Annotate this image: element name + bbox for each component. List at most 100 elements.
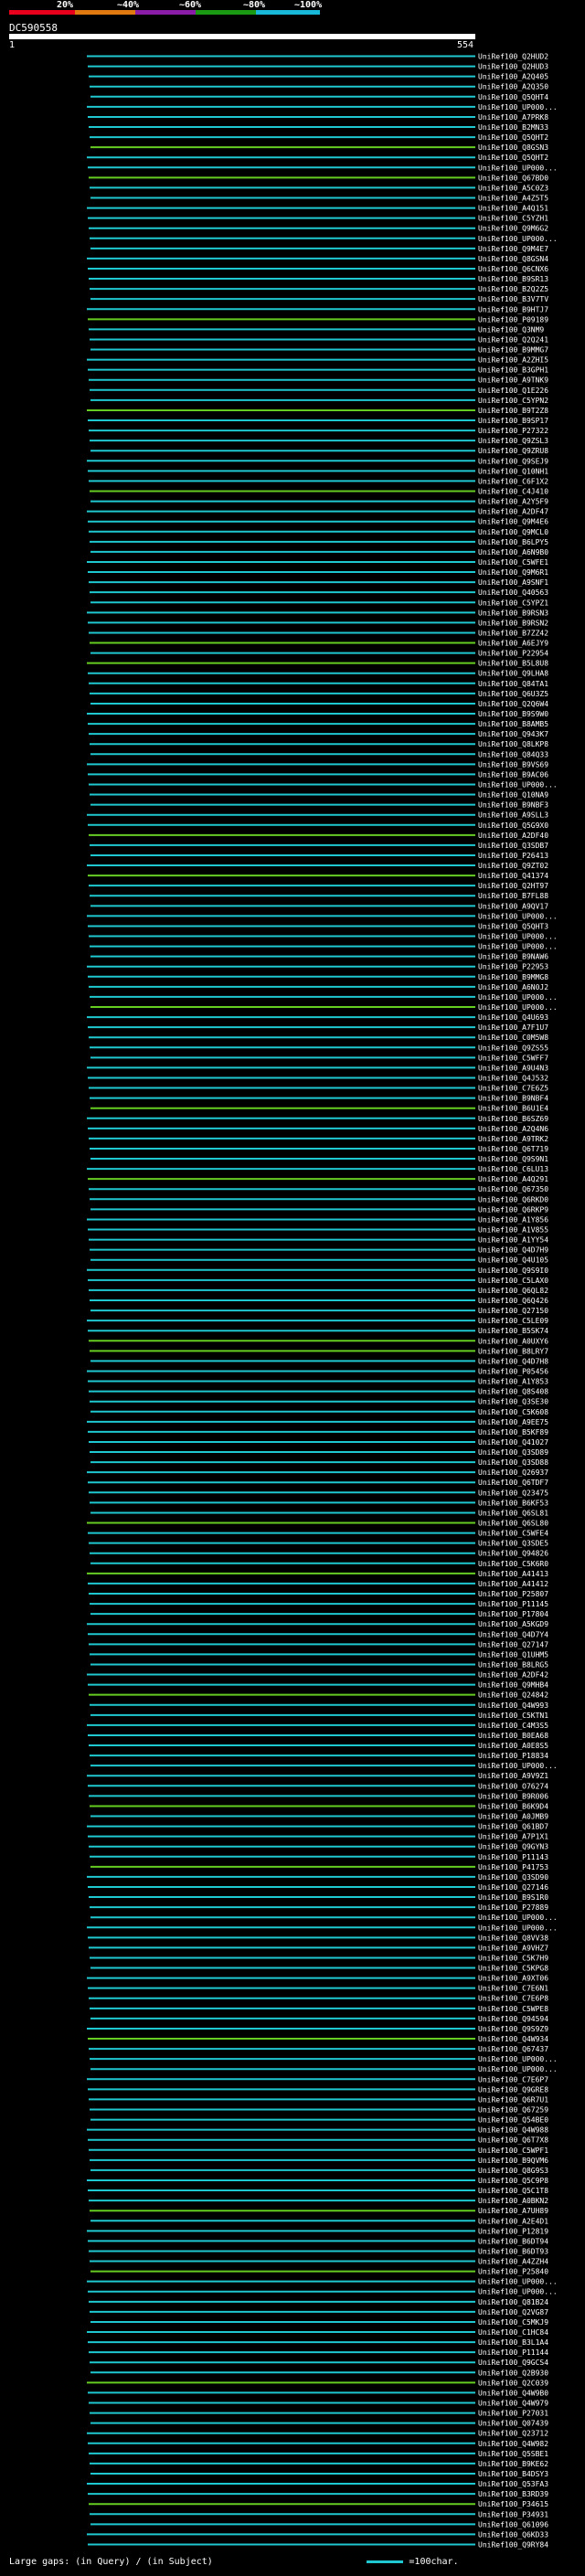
hit-label[interactable]: UniRef100_B9RSN2	[478, 619, 548, 627]
hit-label[interactable]: UniRef100_A2Q350	[478, 83, 548, 91]
hit-label[interactable]: UniRef100_Q5C1T8	[478, 2187, 548, 2195]
hit-label[interactable]: UniRef100_Q2C039	[478, 2379, 548, 2387]
hit-label[interactable]: UniRef100_UP000...	[478, 164, 558, 172]
hit-label[interactable]: UniRef100_C5K6R0	[478, 1560, 548, 1568]
hit-label[interactable]: UniRef100_B9R006	[478, 1792, 548, 1800]
hit-label[interactable]: UniRef100_C7E6P7	[478, 2075, 548, 2083]
hit-label[interactable]: UniRef100_Q5G9X0	[478, 822, 548, 830]
hit-label[interactable]: UniRef100_A41413	[478, 1570, 548, 1578]
hit-label[interactable]: UniRef100_B9S1R0	[478, 1893, 548, 1902]
hit-label[interactable]: UniRef100_Q2Q241	[478, 335, 548, 344]
hit-label[interactable]: UniRef100_Q3SDE5	[478, 1540, 548, 1548]
hit-label[interactable]: UniRef100_A9V9Z1	[478, 1772, 548, 1780]
hit-label[interactable]: UniRef100_Q9M6R1	[478, 568, 548, 577]
hit-label[interactable]: UniRef100_P17804	[478, 1610, 548, 1618]
hit-label[interactable]: UniRef100_P26413	[478, 852, 548, 860]
hit-label[interactable]: UniRef100_C5K7H9	[478, 1954, 548, 1962]
hit-label[interactable]: UniRef100_Q9MCL0	[478, 528, 548, 536]
hit-label[interactable]: UniRef100_A0UXY6	[478, 1337, 548, 1345]
hit-label[interactable]: UniRef100_B7FL88	[478, 892, 548, 900]
hit-label[interactable]: UniRef100_A2Y5F9	[478, 498, 548, 506]
hit-label[interactable]: UniRef100_Q943K7	[478, 730, 548, 738]
hit-label[interactable]: UniRef100_Q84TA1	[478, 680, 548, 688]
hit-label[interactable]: UniRef100_C5WPF1	[478, 2147, 548, 2155]
hit-label[interactable]: UniRef100_Q67BD0	[478, 174, 548, 182]
hit-label[interactable]: UniRef100_B9HTJ7	[478, 305, 548, 313]
hit-label[interactable]: UniRef100_A2DF40	[478, 832, 548, 840]
hit-label[interactable]: UniRef100_Q4W993	[478, 1701, 548, 1710]
hit-label[interactable]: UniRef100_Q9S9N1	[478, 1155, 548, 1163]
hit-label[interactable]: UniRef100_Q5QHT2	[478, 133, 548, 142]
hit-label[interactable]: UniRef100_C4J410	[478, 487, 548, 495]
hit-label[interactable]: UniRef100_A1Y856	[478, 1215, 548, 1224]
hit-label[interactable]: UniRef100_B3RD39	[478, 2490, 548, 2498]
hit-label[interactable]: UniRef100_P05456	[478, 1367, 548, 1375]
hit-label[interactable]: UniRef100_Q23712	[478, 2430, 548, 2438]
hit-label[interactable]: UniRef100_Q2HUD3	[478, 63, 548, 71]
hit-label[interactable]: UniRef100_P25807	[478, 1590, 548, 1598]
hit-label[interactable]: UniRef100_Q3NM9	[478, 325, 544, 334]
hit-label[interactable]: UniRef100_Q5QHT3	[478, 922, 548, 930]
hit-label[interactable]: UniRef100_B9SR13	[478, 275, 548, 283]
hit-label[interactable]: UniRef100_Q2B930	[478, 2369, 548, 2377]
hit-label[interactable]: UniRef100_C5YPN2	[478, 397, 548, 405]
hit-label[interactable]: UniRef100_C5YPZ1	[478, 599, 548, 607]
hit-label[interactable]: UniRef100_Q4W988	[478, 2126, 548, 2135]
hit-label[interactable]: UniRef100_B9NBF4	[478, 1095, 548, 1103]
hit-label[interactable]: UniRef100_B5SK74	[478, 1327, 548, 1335]
hit-label[interactable]: UniRef100_A1YY54	[478, 1236, 548, 1245]
hit-label[interactable]: UniRef100_Q9ZSL3	[478, 437, 548, 445]
hit-label[interactable]: UniRef100_Q9S9I0	[478, 1267, 548, 1275]
hit-label[interactable]: UniRef100_B8LRY7	[478, 1347, 548, 1355]
hit-label[interactable]: UniRef100_C5WFF7	[478, 1054, 548, 1062]
hit-label[interactable]: UniRef100_Q4D7H9	[478, 1246, 548, 1255]
hit-label[interactable]: UniRef100_P34931	[478, 2510, 548, 2518]
hit-label[interactable]: UniRef100_B6K9D4	[478, 1802, 548, 1810]
hit-label[interactable]: UniRef100_B6LPY5	[478, 538, 548, 546]
hit-label[interactable]: UniRef100_Q4D7Y4	[478, 1630, 548, 1638]
hit-label[interactable]: UniRef100_Q3SE30	[478, 1398, 548, 1406]
hit-label[interactable]: UniRef100_A0JMB9	[478, 1813, 548, 1821]
hit-label[interactable]: UniRef100_B3V7TV	[478, 295, 548, 303]
hit-label[interactable]: UniRef100_Q5QHT2	[478, 154, 548, 162]
hit-label[interactable]: UniRef100_Q9ZT02	[478, 862, 548, 870]
hit-label[interactable]: UniRef100_P25840	[478, 2268, 548, 2276]
hit-label[interactable]: UniRef100_B9SP17	[478, 417, 548, 425]
hit-label[interactable]: UniRef100_B9MMG8	[478, 973, 548, 981]
hit-label[interactable]: UniRef100_Q9M4E6	[478, 518, 548, 526]
hit-label[interactable]: UniRef100_Q2Q6W4	[478, 700, 548, 708]
hit-label[interactable]: UniRef100_Q9ZS55	[478, 1044, 548, 1052]
hit-label[interactable]: UniRef100_A9U4N3	[478, 1064, 548, 1072]
hit-label[interactable]: UniRef100_Q07439	[478, 2420, 548, 2428]
hit-label[interactable]: UniRef100_C5WFE1	[478, 558, 548, 567]
hit-label[interactable]: UniRef100_Q1E226	[478, 387, 548, 395]
hit-label[interactable]: UniRef100_C5LE09	[478, 1317, 548, 1325]
hit-label[interactable]: UniRef100_Q8GSN3	[478, 143, 548, 152]
hit-label[interactable]: UniRef100_B9NAW6	[478, 953, 548, 961]
hit-label[interactable]: UniRef100_C5KTN1	[478, 1712, 548, 1720]
hit-label[interactable]: UniRef100_A9TRK2	[478, 1135, 548, 1143]
hit-label[interactable]: UniRef100_P09189	[478, 315, 548, 323]
hit-label[interactable]: UniRef100_A6N0J2	[478, 983, 548, 991]
hit-label[interactable]: UniRef100_P11143	[478, 1853, 548, 1861]
hit-label[interactable]: UniRef100_Q2HT97	[478, 882, 548, 890]
hit-label[interactable]: UniRef100_Q6KD33	[478, 2530, 548, 2539]
hit-label[interactable]: UniRef100_Q8S408	[478, 1388, 548, 1396]
hit-label[interactable]: UniRef100_UP000...	[478, 2278, 558, 2286]
hit-label[interactable]: UniRef100_A6EJY9	[478, 640, 548, 648]
hit-label[interactable]: UniRef100_P22953	[478, 963, 548, 971]
hit-label[interactable]: UniRef100_C7E6P8	[478, 1995, 548, 2003]
hit-label[interactable]: UniRef100_B5L8U8	[478, 660, 548, 668]
hit-label[interactable]: UniRef100_Q8VV38	[478, 1934, 548, 1942]
hit-label[interactable]: UniRef100_UP000...	[478, 1003, 558, 1012]
hit-label[interactable]: UniRef100_Q54BE0	[478, 2116, 548, 2125]
hit-label[interactable]: UniRef100_P22954	[478, 650, 548, 658]
hit-label[interactable]: UniRef100_B5KF89	[478, 1428, 548, 1436]
hit-label[interactable]: UniRef100_C5YZH1	[478, 215, 548, 223]
hit-label[interactable]: UniRef100_A41412	[478, 1580, 548, 1588]
hit-label[interactable]: UniRef100_B9MMG7	[478, 346, 548, 355]
hit-label[interactable]: UniRef100_Q4W982	[478, 2440, 548, 2448]
hit-label[interactable]: UniRef100_A0BKN2	[478, 2197, 548, 2205]
hit-label[interactable]: UniRef100_A9SLL3	[478, 811, 548, 820]
hit-label[interactable]: UniRef100_B9T2Z8	[478, 407, 548, 415]
